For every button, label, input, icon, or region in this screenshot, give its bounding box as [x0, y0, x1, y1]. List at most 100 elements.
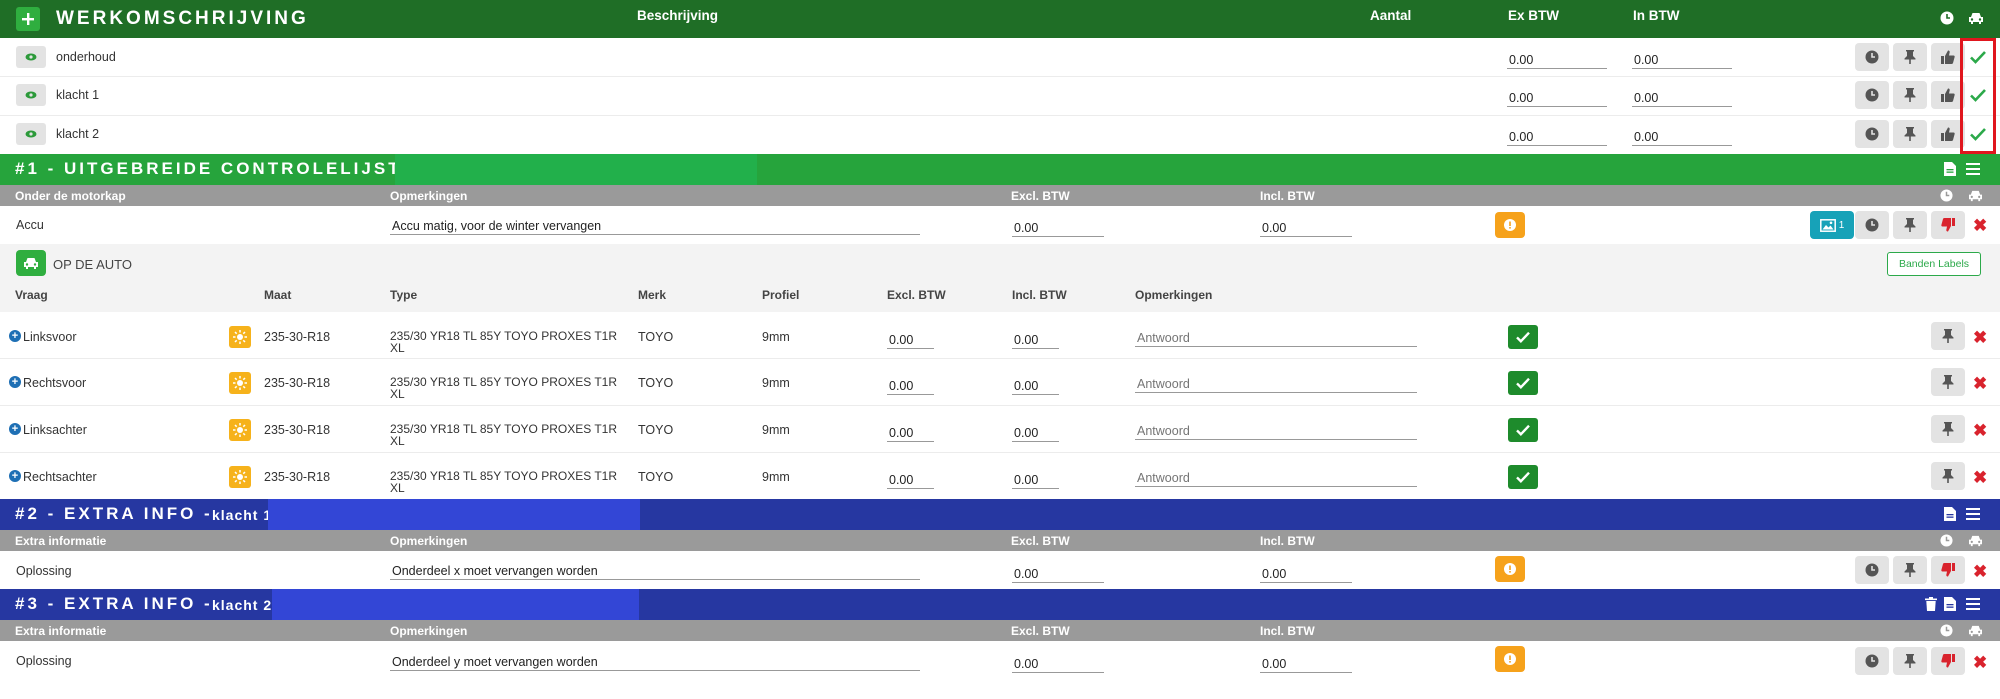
banden-labels-button[interactable]: Banden Labels	[1887, 252, 1981, 276]
menu-icon[interactable]	[1966, 598, 1980, 610]
pin-button[interactable]	[1931, 415, 1965, 443]
answer-input[interactable]	[1135, 418, 1417, 440]
expand-icon[interactable]: +	[9, 330, 21, 342]
tyre-type-line1: 235/30 YR18 TL 85Y TOYO PROXES T1R	[390, 375, 618, 389]
pin-button[interactable]	[1893, 556, 1927, 584]
excl-btw-input[interactable]	[887, 373, 934, 395]
add-button[interactable]	[16, 7, 40, 31]
delete-icon[interactable]: ✖	[1973, 654, 1987, 671]
incl-btw-input[interactable]	[1012, 373, 1059, 395]
clock-button[interactable]	[1855, 647, 1889, 675]
delete-icon[interactable]: ✖	[1973, 329, 1987, 346]
car-icon[interactable]	[1968, 11, 1984, 25]
approve-button[interactable]	[1508, 325, 1538, 349]
ex-btw-input[interactable]	[1507, 85, 1607, 107]
pdf-icon[interactable]	[1944, 162, 1956, 176]
menu-icon[interactable]	[1966, 163, 1980, 175]
clock-button[interactable]	[1855, 81, 1889, 109]
werk-row: klacht 2	[0, 116, 2000, 154]
in-btw-input[interactable]	[1632, 85, 1732, 107]
clock-icon	[1865, 88, 1879, 102]
approve-button[interactable]	[1508, 465, 1538, 489]
col-aantal: Aantal	[1370, 8, 1412, 23]
ex-btw-input[interactable]	[1507, 47, 1607, 69]
excl-btw-input[interactable]	[1012, 561, 1104, 583]
expand-icon[interactable]: +	[9, 470, 21, 482]
delete-icon[interactable]: ✖	[1973, 469, 1987, 486]
incl-btw-input[interactable]	[1012, 420, 1059, 442]
approve-button[interactable]	[1508, 371, 1538, 395]
delete-icon[interactable]: ✖	[1973, 375, 1987, 392]
car-icon[interactable]	[1968, 189, 1983, 202]
pin-button[interactable]	[1931, 322, 1965, 350]
pdf-icon[interactable]	[1944, 597, 1956, 611]
clock-button[interactable]	[1855, 556, 1889, 584]
pin-button[interactable]	[1931, 368, 1965, 396]
expand-icon[interactable]: +	[9, 376, 21, 388]
summer-tyre-icon	[229, 466, 251, 488]
tyre-brand: TOYO	[638, 376, 674, 390]
warning-button[interactable]	[1495, 212, 1525, 238]
photo-button[interactable]: 1	[1810, 211, 1854, 239]
check-icon	[1516, 331, 1530, 343]
thumbs-down-button[interactable]	[1931, 556, 1965, 584]
delete-icon[interactable]: ✖	[1973, 422, 1987, 439]
col-incl-btw: Incl. BTW	[1260, 534, 1315, 548]
trash-icon[interactable]	[1925, 597, 1937, 611]
tyre-type-line2: XL	[390, 341, 405, 355]
thumbs-down-icon	[1941, 654, 1955, 668]
thumbs-down-button[interactable]	[1931, 211, 1965, 239]
pdf-icon[interactable]	[1944, 507, 1956, 521]
pin-button[interactable]	[1893, 43, 1927, 71]
pin-button[interactable]	[1893, 211, 1927, 239]
excl-btw-input[interactable]	[1012, 215, 1104, 237]
accu-remark-input[interactable]	[390, 213, 920, 235]
remark-input[interactable]	[390, 558, 920, 580]
excl-btw-input[interactable]	[887, 467, 934, 489]
clock-icon[interactable]	[1940, 534, 1953, 547]
ex-btw-input[interactable]	[1507, 124, 1607, 146]
delete-icon[interactable]: ✖	[1973, 217, 1987, 234]
incl-btw-input[interactable]	[1260, 651, 1352, 673]
in-btw-input[interactable]	[1632, 124, 1732, 146]
expand-icon[interactable]: +	[9, 423, 21, 435]
incl-btw-input[interactable]	[1012, 467, 1059, 489]
clock-icon[interactable]	[1940, 189, 1953, 202]
remark-input[interactable]	[390, 649, 920, 671]
warning-button[interactable]	[1495, 556, 1525, 582]
car-icon[interactable]	[1968, 624, 1983, 637]
eye-icon	[25, 53, 37, 61]
view-button[interactable]	[16, 46, 46, 68]
section-2-subtitle: klacht 1	[212, 507, 273, 523]
in-btw-input[interactable]	[1632, 47, 1732, 69]
warning-button[interactable]	[1495, 646, 1525, 672]
clock-icon[interactable]	[1940, 11, 1954, 25]
clock-button[interactable]	[1855, 211, 1889, 239]
pin-button[interactable]	[1893, 81, 1927, 109]
delete-icon[interactable]: ✖	[1973, 563, 1987, 580]
tyre-position: Rechtsvoor	[23, 376, 87, 390]
excl-btw-input[interactable]	[1012, 651, 1104, 673]
incl-btw-input[interactable]	[1260, 215, 1352, 237]
car-icon[interactable]	[1968, 534, 1983, 547]
thumbs-down-button[interactable]	[1931, 647, 1965, 675]
answer-input[interactable]	[1135, 371, 1417, 393]
incl-btw-input[interactable]	[1012, 327, 1059, 349]
excl-btw-input[interactable]	[887, 327, 934, 349]
approve-button[interactable]	[1508, 418, 1538, 442]
view-button[interactable]	[16, 84, 46, 106]
exclamation-icon	[1504, 653, 1516, 665]
incl-btw-input[interactable]	[1260, 561, 1352, 583]
pin-button[interactable]	[1893, 120, 1927, 148]
excl-btw-input[interactable]	[887, 420, 934, 442]
answer-input[interactable]	[1135, 465, 1417, 487]
view-button[interactable]	[16, 123, 46, 145]
clock-button[interactable]	[1855, 120, 1889, 148]
pin-button[interactable]	[1893, 647, 1927, 675]
clock-icon[interactable]	[1940, 624, 1953, 637]
tyre-type-line2: XL	[390, 434, 405, 448]
menu-icon[interactable]	[1966, 508, 1980, 520]
clock-button[interactable]	[1855, 43, 1889, 71]
pin-button[interactable]	[1931, 462, 1965, 490]
answer-input[interactable]	[1135, 325, 1417, 347]
